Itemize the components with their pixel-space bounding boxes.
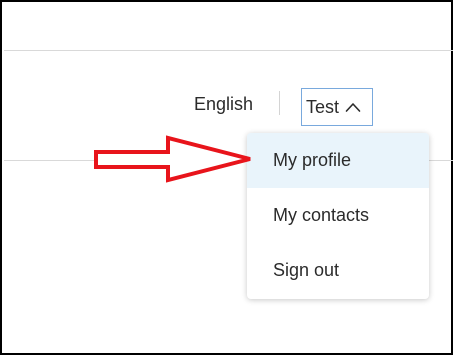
menu-item-label: Sign out	[273, 260, 340, 280]
menu-item-my-profile[interactable]: My profile	[247, 133, 429, 188]
user-dropdown-menu: My profile My contacts Sign out	[247, 133, 429, 299]
menu-item-sign-out[interactable]: Sign out	[247, 243, 429, 298]
menu-item-label: My profile	[273, 150, 352, 170]
header-separator	[279, 91, 280, 115]
menu-item-label: My contacts	[273, 205, 370, 225]
annotation-arrow-icon	[94, 135, 251, 183]
chevron-up-icon	[345, 103, 361, 112]
screenshot-frame: English Test My profile My contacts Sign…	[0, 0, 453, 355]
user-menu-label: Test	[306, 97, 340, 117]
language-selector[interactable]: English	[194, 94, 253, 114]
menu-item-my-contacts[interactable]: My contacts	[247, 188, 429, 243]
header-divider	[4, 50, 453, 51]
user-menu-button[interactable]: Test	[301, 88, 373, 126]
